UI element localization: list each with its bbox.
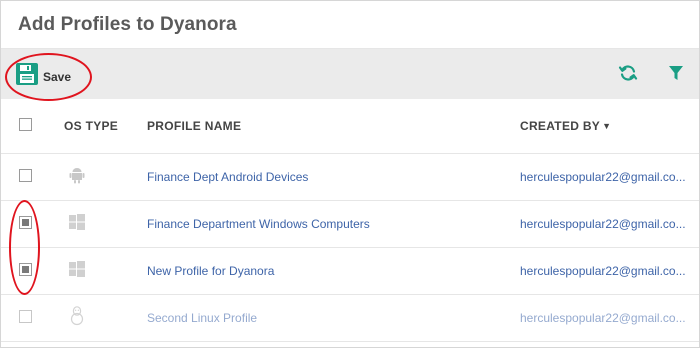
created-by-link[interactable]: herculespopular22@gmail.co... [520,311,699,325]
save-button[interactable]: Save [15,62,71,91]
created-by-link[interactable]: herculespopular22@gmail.co... [520,217,699,231]
column-header-profile-name[interactable]: PROFILE NAME [147,99,520,154]
row-checkbox[interactable] [19,262,32,276]
refresh-button[interactable] [618,63,638,83]
profile-name-link[interactable]: Finance Dept Android Devices [147,170,308,184]
created-by-link[interactable]: herculespopular22@gmail.co... [520,264,699,278]
profile-name-link[interactable]: New Profile for Dyanora [147,264,274,278]
column-header-os-type[interactable]: OS TYPE [64,99,147,154]
created-by-link[interactable]: herculespopular22@gmail.co... [520,170,699,184]
save-icon [15,62,39,91]
add-profiles-dialog: Add Profiles to Dyanora Save OS TYPE PRO… [0,0,700,348]
table-row[interactable]: Finance Department Windows Computers her… [1,200,699,248]
select-all-cell [1,99,64,154]
table-row[interactable]: Second Linux Profile herculespopular22@g… [1,294,699,342]
table-row[interactable]: Finance Dept Android Devices herculespop… [1,153,699,201]
save-label: Save [43,69,72,84]
profile-name-link[interactable]: Second Linux Profile [147,311,257,325]
table-row[interactable]: New Profile for Dyanora herculespopular2… [1,247,699,295]
row-checkbox[interactable] [19,309,32,323]
dialog-header: Add Profiles to Dyanora [1,1,699,49]
windows-icon [69,261,85,280]
created-by-label: CREATED BY [520,118,601,133]
refresh-icon [618,65,638,81]
android-icon [69,166,85,187]
column-header-created-by[interactable]: CREATED BY ▼ [520,99,699,154]
sort-desc-icon: ▼ [602,120,612,131]
row-checkbox[interactable] [19,215,32,229]
linux-icon [69,306,85,329]
filter-icon [669,66,683,80]
toolbar: Save [1,49,699,99]
row-checkbox[interactable] [19,168,32,182]
table-header-row: OS TYPE PROFILE NAME CREATED BY ▼ [1,99,699,154]
filter-button[interactable] [666,63,686,83]
windows-icon [69,214,85,233]
select-all-checkbox[interactable] [19,117,32,131]
profile-name-link[interactable]: Finance Department Windows Computers [147,217,370,231]
profiles-table: OS TYPE PROFILE NAME CREATED BY ▼ Finance… [1,99,699,342]
dialog-title: Add Profiles to Dyanora [18,13,237,35]
